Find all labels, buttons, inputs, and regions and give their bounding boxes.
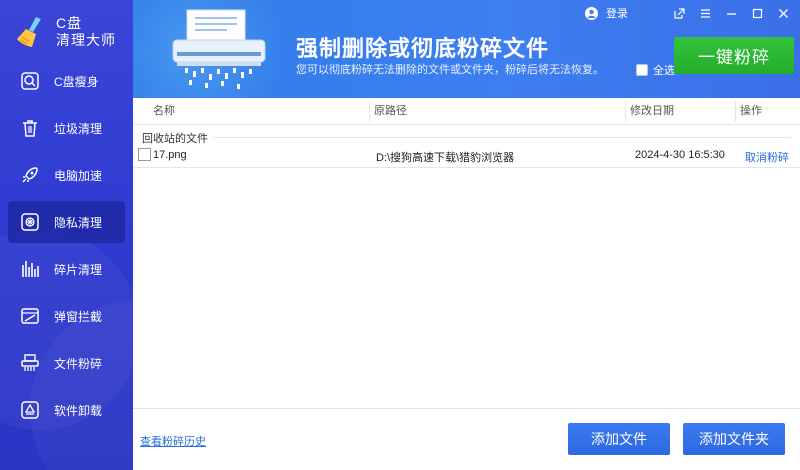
sidebar-item-label: 碎片清理 bbox=[54, 262, 103, 277]
sidebar-item-label: 垃圾清理 bbox=[54, 121, 103, 136]
checkbox-box[interactable] bbox=[636, 64, 648, 76]
rocket-icon bbox=[20, 165, 40, 185]
cancel-shred-link[interactable]: 取消粉碎 bbox=[745, 149, 789, 165]
trash-icon bbox=[20, 118, 40, 138]
window-controls: 登录 bbox=[585, 5, 790, 21]
column-header-date[interactable]: 修改日期 bbox=[625, 98, 674, 125]
shred-now-button[interactable]: 一键粉碎 bbox=[674, 37, 794, 74]
select-all-label: 全选 bbox=[653, 65, 675, 77]
popup-block-icon bbox=[20, 306, 40, 326]
sidebar-item-junk[interactable]: 垃圾清理 bbox=[8, 107, 125, 149]
logo-title-line1: C盘 bbox=[56, 15, 83, 31]
file-name: 17.png bbox=[153, 149, 187, 161]
sidebar-item-label: 文件粉碎 bbox=[54, 356, 103, 371]
select-all-checkbox[interactable]: 全选 bbox=[636, 62, 675, 78]
sidebar-item-speedup[interactable]: 电脑加速 bbox=[8, 154, 125, 196]
sidebar-item-label: 软件卸载 bbox=[54, 403, 103, 418]
login-button[interactable]: 登录 bbox=[585, 5, 628, 21]
sidebar-item-label: 电脑加速 bbox=[54, 168, 103, 183]
sidebar-item-fragment[interactable]: 碎片清理 bbox=[8, 248, 125, 290]
app-logo: C盘 清理大师 bbox=[14, 10, 124, 54]
header-banner: 强制删除或彻底粉碎文件 您可以彻底粉碎无法删除的文件或文件夹，粉碎后将无法恢复。… bbox=[133, 0, 800, 98]
magnify-icon bbox=[20, 71, 40, 91]
sidebar-item-label: 弹窗拦截 bbox=[54, 309, 103, 324]
group-header: 回收站的文件 bbox=[133, 128, 800, 146]
login-label: 登录 bbox=[606, 8, 628, 20]
add-folder-button[interactable]: 添加文件夹 bbox=[683, 423, 785, 455]
sidebar-item-c-slim[interactable]: C盘瘦身 bbox=[8, 60, 125, 102]
sidebar: C盘 清理大师 C盘瘦身 垃圾清理 电脑加速 隐私清理 碎片清理 弹窗拦截 文件… bbox=[0, 0, 133, 470]
add-file-button[interactable]: 添加文件 bbox=[568, 423, 670, 455]
sidebar-item-popup-block[interactable]: 弹窗拦截 bbox=[8, 295, 125, 337]
user-icon bbox=[585, 6, 598, 20]
close-icon[interactable] bbox=[776, 6, 790, 20]
file-date: 2024-4-30 16:5:30 bbox=[635, 149, 725, 161]
file-table: 名称 原路径 修改日期 操作 回收站的文件 17.png D:\搜狗高速下载\猎… bbox=[133, 98, 800, 168]
shredder-icon bbox=[20, 353, 40, 373]
row-checkbox[interactable] bbox=[138, 148, 151, 161]
column-header-action: 操作 bbox=[735, 98, 762, 125]
page-subtitle: 您可以彻底粉碎无法删除的文件或文件夹，粉碎后将无法恢复。 bbox=[296, 64, 604, 76]
menu-icon[interactable] bbox=[698, 6, 712, 20]
table-row[interactable]: 17.png D:\搜狗高速下载\猎豹浏览器 2024-4-30 16:5:30… bbox=[133, 146, 800, 168]
column-header-name[interactable]: 名称 bbox=[153, 98, 175, 125]
maximize-icon[interactable] bbox=[750, 6, 764, 20]
sidebar-item-privacy[interactable]: 隐私清理 bbox=[8, 201, 125, 243]
shredder-illustration bbox=[163, 8, 273, 94]
privacy-icon bbox=[20, 212, 40, 232]
footer-bar: 查看粉碎历史 添加文件 添加文件夹 bbox=[133, 408, 800, 470]
sidebar-item-uninstall[interactable]: 软件卸载 bbox=[8, 389, 125, 431]
logo-title-line2: 清理大师 bbox=[56, 32, 116, 48]
uninstall-icon bbox=[20, 400, 40, 420]
shred-history-link[interactable]: 查看粉碎历史 bbox=[140, 433, 206, 449]
table-header: 名称 原路径 修改日期 操作 bbox=[133, 98, 800, 125]
page-title: 强制删除或彻底粉碎文件 bbox=[296, 36, 550, 61]
sidebar-item-shredder[interactable]: 文件粉碎 bbox=[8, 342, 125, 384]
group-label: 回收站的文件 bbox=[142, 130, 212, 146]
minimize-icon[interactable] bbox=[724, 6, 738, 20]
broom-icon bbox=[14, 15, 48, 49]
fragment-icon bbox=[20, 259, 40, 279]
sidebar-item-label: 隐私清理 bbox=[54, 215, 103, 230]
column-header-path[interactable]: 原路径 bbox=[369, 98, 407, 125]
file-path: D:\搜狗高速下载\猎豹浏览器 bbox=[376, 152, 515, 164]
sidebar-item-label: C盘瘦身 bbox=[54, 74, 99, 89]
share-icon[interactable] bbox=[672, 6, 686, 20]
